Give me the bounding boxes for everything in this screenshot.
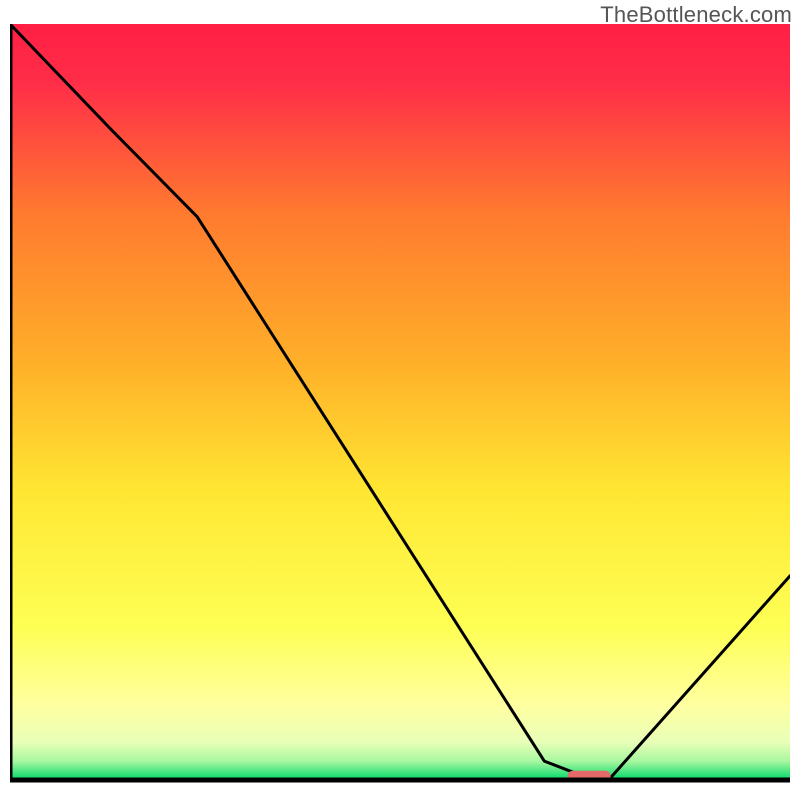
plot-area — [10, 24, 790, 790]
chart-svg — [10, 24, 790, 790]
watermark-text: TheBottleneck.com — [600, 2, 792, 28]
heatmap-background — [10, 24, 790, 780]
chart-root: TheBottleneck.com — [0, 0, 800, 800]
